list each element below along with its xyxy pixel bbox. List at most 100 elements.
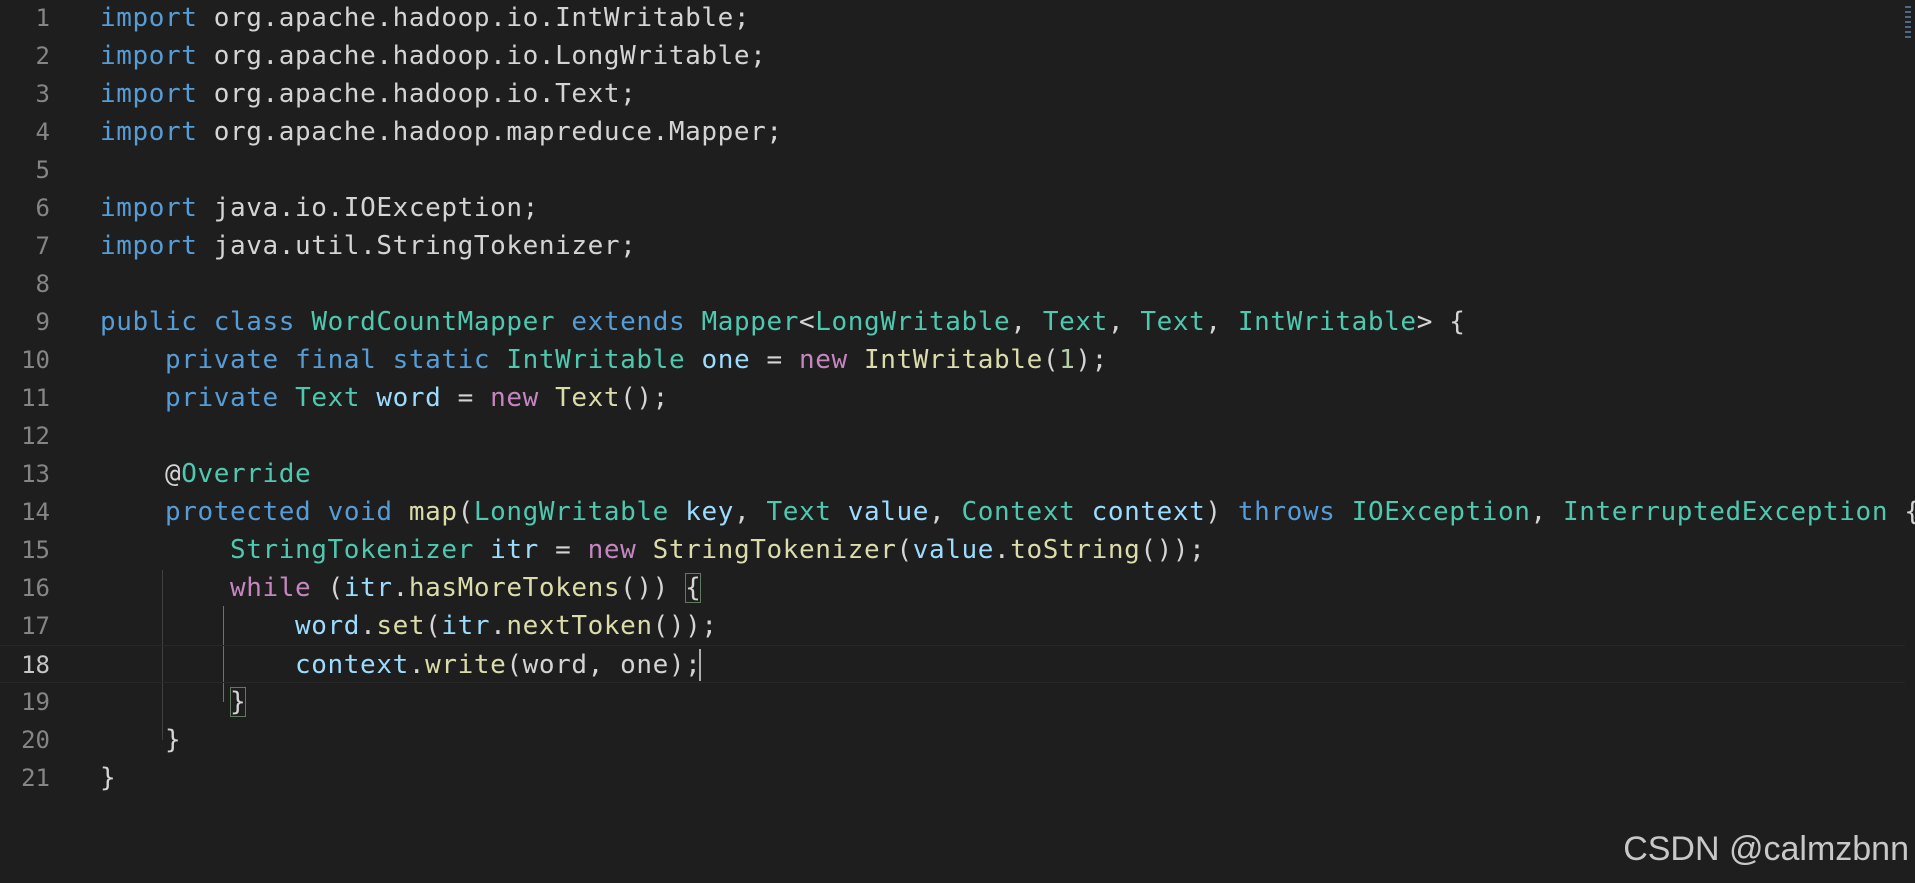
code-token: word xyxy=(295,611,361,641)
code-token: = xyxy=(538,535,588,565)
code-line[interactable]: 3 import org.apache.hadoop.io.Text; xyxy=(0,75,1905,113)
code-text[interactable]: context.write(word, one); xyxy=(100,646,734,684)
code-token: Text xyxy=(1042,307,1108,337)
code-token: import xyxy=(100,193,198,223)
code-token: . xyxy=(360,611,377,641)
line-number: 9 xyxy=(35,308,50,336)
code-token: LongWritable xyxy=(473,497,669,527)
code-text[interactable]: import org.apache.hadoop.mapreduce.Mappe… xyxy=(100,113,783,151)
code-text[interactable]: protected void map(LongWritable key, Tex… xyxy=(100,493,1915,531)
code-line[interactable]: 14 protected void map(LongWritable key, … xyxy=(0,493,1915,531)
code-token: org.apache.hadoop.mapreduce.Mapper; xyxy=(197,117,783,147)
line-number: 12 xyxy=(21,422,50,450)
code-token: context xyxy=(295,650,409,680)
code-token: ( xyxy=(457,497,474,527)
code-token: , xyxy=(1107,307,1141,337)
code-line[interactable]: 1 import org.apache.hadoop.io.IntWritable… xyxy=(0,0,1905,37)
code-line[interactable]: 9 public class WordCountMapper extends Ma… xyxy=(0,303,1905,341)
code-text[interactable]: import org.apache.hadoop.io.Text; xyxy=(100,75,636,113)
code-line[interactable]: 10 private final static IntWritable one … xyxy=(0,341,1905,379)
code-text[interactable]: while (itr.hasMoreTokens()) { xyxy=(100,569,702,607)
code-token: ()) xyxy=(620,573,686,603)
code-text[interactable]: } xyxy=(100,683,247,721)
code-line[interactable]: 18 context.write(word, one); xyxy=(0,645,1905,683)
code-line[interactable]: 12 xyxy=(0,417,1905,455)
code-token: value xyxy=(912,535,995,565)
code-text[interactable]: word.set(itr.nextToken()); xyxy=(100,607,718,645)
overview-ruler[interactable] xyxy=(1905,6,1915,46)
code-token: import xyxy=(100,79,198,109)
code-line[interactable]: 17 word.set(itr.nextToken()); xyxy=(0,607,1905,645)
line-number: 11 xyxy=(21,384,50,412)
code-line[interactable]: 21} xyxy=(0,759,1905,797)
code-token: void xyxy=(327,497,393,527)
code-token: import xyxy=(100,117,198,147)
code-token: map xyxy=(408,497,458,527)
code-line[interactable]: 11 private Text word = new Text(); xyxy=(0,379,1905,417)
code-token: extends xyxy=(571,307,686,337)
code-token: . xyxy=(994,535,1011,565)
code-line[interactable]: 5 xyxy=(0,151,1905,189)
code-text[interactable]: import java.util.StringTokenizer; xyxy=(100,227,636,265)
line-number: 14 xyxy=(21,498,50,526)
line-number: 5 xyxy=(35,156,50,184)
code-token: Text xyxy=(555,383,621,413)
code-token: import xyxy=(100,3,198,33)
code-text[interactable]: import org.apache.hadoop.io.IntWritable; xyxy=(100,0,750,37)
code-text[interactable]: private Text word = new Text(); xyxy=(100,379,669,417)
code-token: ()); xyxy=(652,611,718,641)
code-token: , xyxy=(1205,307,1238,337)
code-text[interactable]: import org.apache.hadoop.io.LongWritable… xyxy=(100,37,766,75)
code-text[interactable]: @Override xyxy=(100,455,311,493)
code-token: itr xyxy=(490,535,539,565)
code-token: IntWritable xyxy=(506,345,686,375)
code-token: set xyxy=(376,611,426,641)
code-token: one xyxy=(701,345,751,375)
code-token: toString xyxy=(1010,535,1141,565)
code-line[interactable]: 7 import java.util.StringTokenizer; xyxy=(0,227,1905,265)
code-token: new xyxy=(799,345,848,375)
code-token: word xyxy=(376,383,442,413)
code-token: . xyxy=(490,611,507,641)
code-line[interactable]: 4 import org.apache.hadoop.mapreduce.Mapp… xyxy=(0,113,1905,151)
code-token: new xyxy=(587,535,637,565)
code-token: key xyxy=(685,497,734,527)
code-line[interactable]: 19 } xyxy=(0,683,1905,721)
code-token: new xyxy=(490,383,539,413)
code-token: public xyxy=(100,307,198,337)
code-text[interactable]: private final static IntWritable one = n… xyxy=(100,341,1108,379)
code-token: StringTokenizer xyxy=(230,535,474,565)
code-token: protected xyxy=(165,497,312,527)
code-line[interactable]: 20 } xyxy=(0,721,1905,759)
code-text[interactable]: } xyxy=(100,721,181,759)
line-number: 18 xyxy=(21,651,50,679)
code-token: itr xyxy=(343,573,393,603)
code-line[interactable]: 2 import org.apache.hadoop.io.LongWritabl… xyxy=(0,37,1905,75)
line-number: 2 xyxy=(35,42,50,70)
code-text[interactable]: public class WordCountMapper extends Map… xyxy=(100,303,1465,341)
code-token: private xyxy=(165,383,279,413)
code-text[interactable]: } xyxy=(100,759,116,797)
code-line[interactable]: 13 @Override xyxy=(0,455,1905,493)
code-text[interactable]: StringTokenizer itr = new StringTokenize… xyxy=(100,531,1205,569)
code-token: } xyxy=(100,725,182,755)
code-text[interactable]: import java.io.IOException; xyxy=(100,189,539,227)
code-line[interactable]: 15 StringTokenizer itr = new StringToken… xyxy=(0,531,1905,569)
code-token: . xyxy=(392,573,409,603)
code-editor[interactable]: 1 import org.apache.hadoop.io.IntWritable… xyxy=(0,0,1915,883)
code-line[interactable]: 8 xyxy=(0,265,1905,303)
code-token: import xyxy=(100,41,198,71)
code-line[interactable]: 6 import java.io.IOException; xyxy=(0,189,1905,227)
code-token: IntWritable xyxy=(864,345,1043,375)
code-line[interactable]: 16 while (itr.hasMoreTokens()) { xyxy=(0,569,1905,607)
